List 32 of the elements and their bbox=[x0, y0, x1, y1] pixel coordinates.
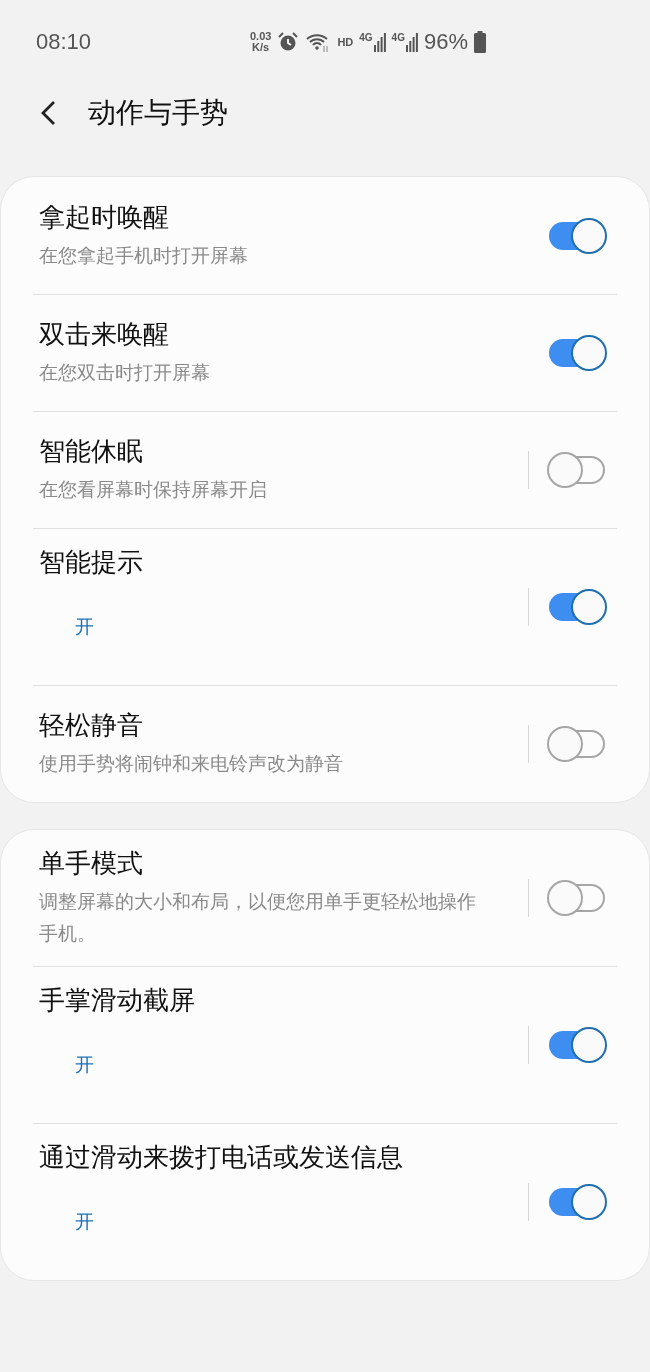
signal-icon bbox=[405, 32, 418, 52]
page-title: 动作与手势 bbox=[88, 96, 228, 130]
setting-title[interactable]: 拿起时唤醒 bbox=[39, 199, 169, 234]
setting-title[interactable]: 智能休眠 bbox=[39, 434, 143, 468]
battery-level: 96% bbox=[423, 29, 468, 55]
setting-description: 在您拿起手机时打开屏幕 bbox=[39, 243, 248, 268]
setting-status: 开 bbox=[74, 1053, 95, 1077]
network-type: 4G bbox=[359, 32, 373, 43]
setting-description: 调整屏幕的大小和布局，以便您用单手更轻松地操作手机。 bbox=[39, 890, 477, 946]
setting-title[interactable]: 通过滑动来拨打电话或发送信息 bbox=[39, 1140, 403, 1174]
toggle-switch[interactable] bbox=[547, 217, 607, 254]
setting-description: 使用手势将闹钟和来电铃声改为静音 bbox=[39, 752, 343, 776]
signal-icon bbox=[373, 32, 386, 52]
setting-title[interactable]: 轻松静音 bbox=[39, 708, 143, 742]
setting-status: 开 bbox=[74, 1210, 95, 1234]
setting-title[interactable]: 智能提示 bbox=[39, 545, 143, 579]
battery-icon bbox=[474, 31, 486, 53]
network-type: 4G bbox=[391, 32, 405, 43]
hd-label: HD bbox=[337, 36, 354, 48]
toggle-switch[interactable] bbox=[547, 1027, 607, 1063]
alarm-icon bbox=[277, 31, 300, 53]
setting-title[interactable]: 双击来唤醒 bbox=[39, 317, 169, 351]
network-speed: 0.03 K/s bbox=[249, 31, 272, 53]
toggle-switch[interactable] bbox=[547, 589, 607, 625]
setting-description: 在您双击时打开屏幕 bbox=[39, 361, 210, 385]
setting-status: 开 bbox=[74, 615, 95, 639]
status-time: 08:10 bbox=[36, 29, 92, 55]
toggle-switch[interactable] bbox=[547, 1184, 607, 1220]
setting-title[interactable]: 单手模式 bbox=[39, 846, 143, 880]
setting-description: 在您看屏幕时保持屏幕开启 bbox=[39, 478, 267, 502]
toggle-switch[interactable] bbox=[547, 335, 607, 371]
setting-title[interactable]: 手掌滑动截屏 bbox=[39, 983, 195, 1017]
